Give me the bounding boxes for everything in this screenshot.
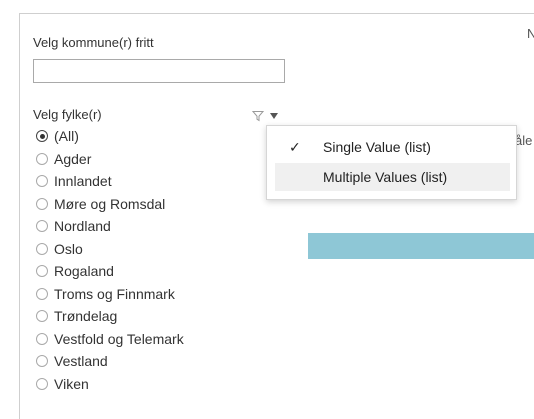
county-option[interactable]: Vestfold og Telemark (36, 328, 184, 351)
county-option[interactable]: (All) (36, 125, 184, 148)
county-option-label: Møre og Romsdal (54, 195, 166, 212)
radio-unchecked-icon[interactable] (36, 242, 48, 255)
chart-bar (308, 233, 534, 259)
county-radio-list: (All) Agder Innlandet Møre og Romsdal Nordla… (36, 125, 184, 395)
background-label-fragment: åle (515, 133, 533, 148)
checkmark-icon: ✓ (289, 138, 301, 155)
county-option[interactable]: Trøndelag (36, 305, 184, 328)
container-border-top (19, 13, 534, 14)
municipality-label: Velg kommune(r) fritt (33, 35, 154, 50)
county-option[interactable]: Viken (36, 373, 184, 396)
radio-unchecked-icon[interactable] (36, 152, 48, 165)
radio-unchecked-icon[interactable] (36, 220, 48, 233)
radio-unchecked-icon[interactable] (36, 377, 48, 390)
county-option-label: Trøndelag (54, 308, 118, 325)
county-option[interactable]: Rogaland (36, 260, 184, 283)
county-option[interactable]: Innlandet (36, 170, 184, 193)
county-option-label: Oslo (54, 240, 83, 257)
county-option-label: Viken (54, 375, 89, 392)
municipality-input[interactable] (33, 59, 285, 83)
radio-unchecked-icon[interactable] (36, 310, 48, 323)
radio-unchecked-icon[interactable] (36, 287, 48, 300)
radio-unchecked-icon[interactable] (36, 355, 48, 368)
container-border-left (19, 13, 20, 419)
county-option-label: Rogaland (54, 263, 114, 280)
county-option-label: Agder (54, 150, 92, 167)
chevron-down-icon[interactable] (270, 113, 278, 119)
county-option[interactable]: Møre og Romsdal (36, 193, 184, 216)
county-option-label: Vestfold og Telemark (54, 330, 184, 347)
county-option[interactable]: Agder (36, 148, 184, 171)
radio-unchecked-icon[interactable] (36, 175, 48, 188)
county-option[interactable]: Vestland (36, 350, 184, 373)
county-option-label: Troms og Finnmark (54, 285, 175, 302)
radio-unchecked-icon[interactable] (36, 332, 48, 345)
radio-checked-icon[interactable] (36, 130, 48, 143)
menu-item-multiple-values[interactable]: Multiple Values (list) (275, 163, 510, 191)
county-option-label: Innlandet (54, 173, 112, 190)
filter-mode-dropdown: ✓ Single Value (list) Multiple Values (l… (266, 125, 517, 200)
county-label: Velg fylke(r) (33, 107, 102, 122)
county-option[interactable]: Nordland (36, 215, 184, 238)
county-option[interactable]: Troms og Finnmark (36, 283, 184, 306)
radio-unchecked-icon[interactable] (36, 197, 48, 210)
county-option-label: Vestland (54, 353, 108, 370)
menu-item-single-value[interactable]: ✓ Single Value (list) (275, 133, 510, 161)
county-option[interactable]: Oslo (36, 238, 184, 261)
menu-item-label: Multiple Values (list) (323, 169, 448, 185)
filter-icon[interactable] (252, 110, 264, 122)
menu-item-label: Single Value (list) (323, 139, 431, 155)
county-option-label: (All) (54, 128, 79, 145)
background-title-fragment: N (527, 26, 534, 41)
radio-unchecked-icon[interactable] (36, 265, 48, 278)
county-option-label: Nordland (54, 218, 111, 235)
